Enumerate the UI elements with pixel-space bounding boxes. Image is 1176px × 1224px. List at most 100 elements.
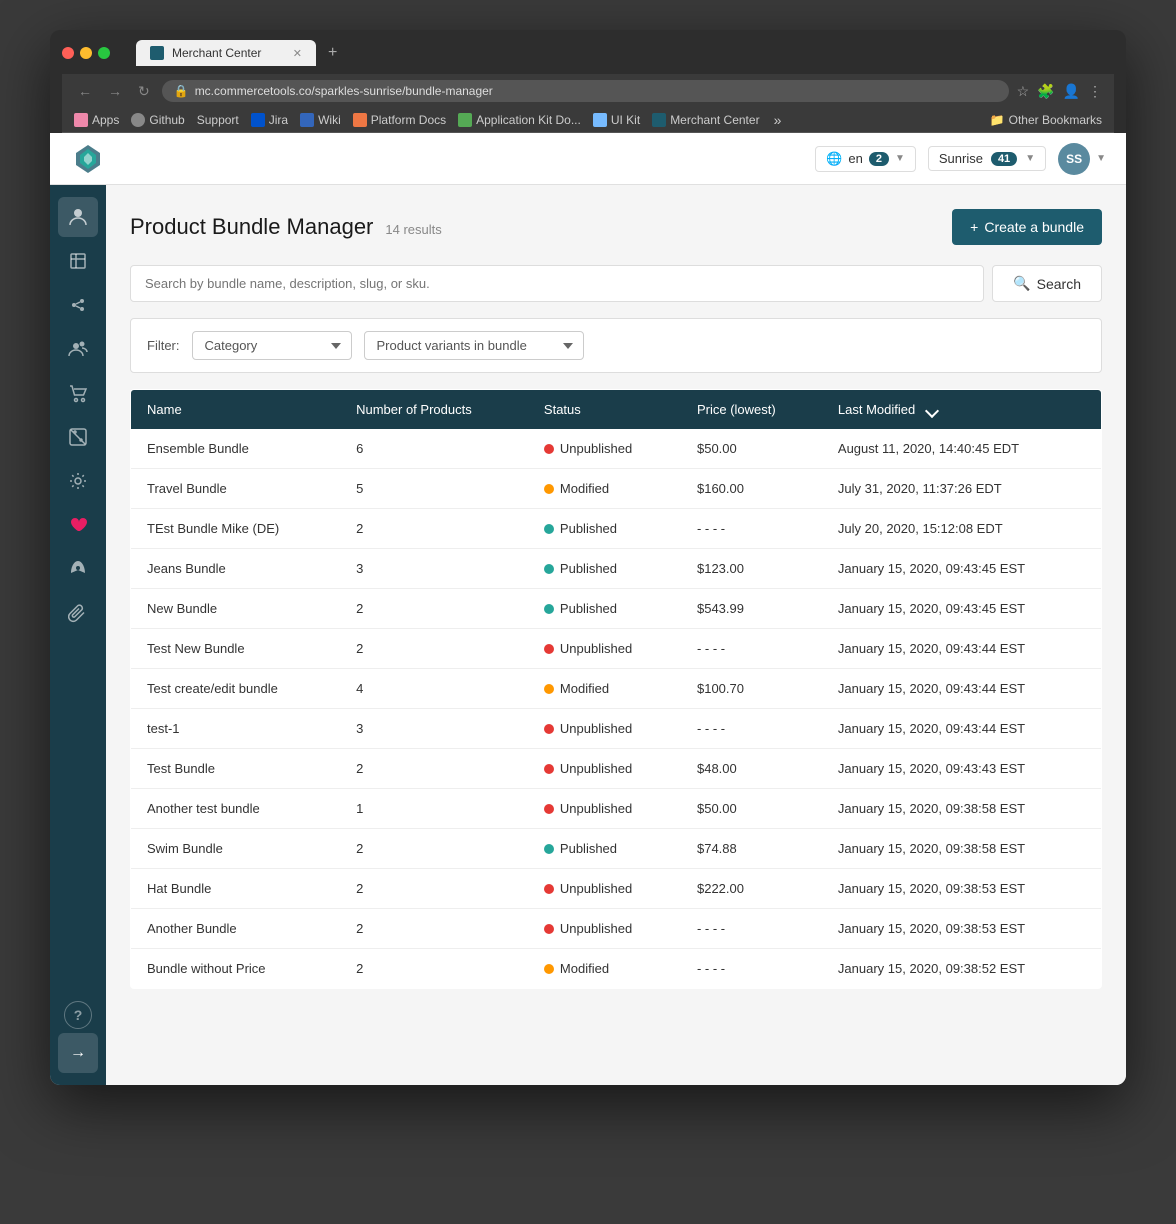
bookmark-apps[interactable]: Apps [74,113,119,127]
status-dot [544,804,554,814]
table-row[interactable]: Jeans Bundle 3 Published $123.00 January… [131,549,1102,589]
page-title-group: Product Bundle Manager 14 results [130,214,442,240]
table-row[interactable]: Ensemble Bundle 6 Unpublished $50.00 Aug… [131,429,1102,469]
filter-label: Filter: [147,338,180,353]
category-filter[interactable]: Category [192,331,352,360]
bookmark-support[interactable]: Support [197,113,239,127]
menu-icon[interactable]: ⋮ [1088,83,1102,100]
create-bundle-button[interactable]: + Create a bundle [952,209,1102,245]
bookmark-wiki[interactable]: Wiki [300,113,341,127]
table-row[interactable]: TEst Bundle Mike (DE) 2 Published - - - … [131,509,1102,549]
bookmark-github[interactable]: Github [131,113,184,127]
refresh-button[interactable]: ↻ [134,81,154,102]
extensions-icon[interactable]: 🧩 [1037,83,1054,100]
minimize-button[interactable] [80,47,92,59]
forward-button[interactable]: → [104,81,126,101]
cell-price: - - - - [681,949,822,989]
cell-name: New Bundle [131,589,341,629]
sidebar-item-favorites[interactable] [58,505,98,545]
table-row[interactable]: Hat Bundle 2 Unpublished $222.00 January… [131,869,1102,909]
cell-price: $222.00 [681,869,822,909]
table-row[interactable]: Test Bundle 2 Unpublished $48.00 January… [131,749,1102,789]
main-content: Product Bundle Manager 14 results + Crea… [106,185,1126,1085]
cell-name: Another Bundle [131,909,341,949]
sidebar-item-catalog[interactable] [58,285,98,325]
variants-filter[interactable]: Product variants in bundle [364,331,584,360]
lock-icon: 🔒 [174,84,189,98]
cell-price: - - - - [681,909,822,949]
user-menu[interactable]: SS ▼ [1058,143,1106,175]
status-dot [544,484,554,494]
bookmark-jira[interactable]: Jira [251,113,288,127]
bookmark-star[interactable]: ☆ [1017,83,1030,100]
sidebar-item-discounts[interactable] [58,417,98,457]
col-last-modified[interactable]: Last Modified [822,390,1102,430]
table-row[interactable]: Travel Bundle 5 Modified $160.00 July 31… [131,469,1102,509]
cell-price: $160.00 [681,469,822,509]
new-tab-button[interactable]: + [318,40,347,66]
language-selector[interactable]: 🌐 en 2 ▼ [815,146,916,172]
account-icon[interactable]: 👤 [1063,83,1080,100]
maximize-button[interactable] [98,47,110,59]
app-header: 🌐 en 2 ▼ Sunrise 41 ▼ SS ▼ [50,133,1126,185]
other-bookmarks[interactable]: 📁 Other Bookmarks [990,113,1102,127]
cell-price: - - - - [681,509,822,549]
table-row[interactable]: Test New Bundle 2 Unpublished - - - - Ja… [131,629,1102,669]
sidebar-item-user[interactable] [58,197,98,237]
sidebar-item-settings[interactable] [58,461,98,501]
cell-name: Bundle without Price [131,949,341,989]
tab-favicon [150,46,164,60]
cell-num-products: 2 [340,749,528,789]
table-row[interactable]: Another Bundle 2 Unpublished - - - - Jan… [131,909,1102,949]
bookmark-mc[interactable]: Merchant Center [652,113,759,127]
table-row[interactable]: Another test bundle 1 Unpublished $50.00… [131,789,1102,829]
table-row[interactable]: Test create/edit bundle 4 Modified $100.… [131,669,1102,709]
cell-last-modified: January 15, 2020, 09:38:53 EST [822,909,1102,949]
bookmark-platformdocs[interactable]: Platform Docs [353,113,446,127]
sidebar-item-orders[interactable] [58,373,98,413]
cell-num-products: 3 [340,709,528,749]
sidebar-item-launch[interactable] [58,549,98,589]
cell-last-modified: January 15, 2020, 09:38:53 EST [822,869,1102,909]
cell-num-products: 2 [340,629,528,669]
sidebar-item-attachments[interactable] [58,593,98,633]
lang-chevron: ▼ [895,153,905,164]
search-button[interactable]: 🔍 Search [992,265,1102,302]
table-row[interactable]: Bundle without Price 2 Modified - - - - … [131,949,1102,989]
bookmark-github-label: Github [149,113,184,127]
bookmarks-more-button[interactable]: » [774,112,782,128]
search-input[interactable] [130,265,984,302]
status-label: Published [560,841,617,856]
cell-price: $74.88 [681,829,822,869]
table-row[interactable]: test-1 3 Unpublished - - - - January 15,… [131,709,1102,749]
browser-tab-active[interactable]: Merchant Center ✕ [136,40,316,66]
status-label: Unpublished [560,801,632,816]
bookmark-appkit[interactable]: Application Kit Do... [458,113,581,127]
sidebar-item-help[interactable]: ? [64,1001,92,1029]
cell-num-products: 6 [340,429,528,469]
sidebar-item-customers[interactable] [58,329,98,369]
tab-close-icon[interactable]: ✕ [293,47,302,60]
sidebar-item-products[interactable] [58,241,98,281]
status-label: Unpublished [560,761,632,776]
bookmark-uikit-label: UI Kit [611,113,640,127]
project-selector[interactable]: Sunrise 41 ▼ [928,146,1046,171]
cell-num-products: 2 [340,589,528,629]
cell-price: $543.99 [681,589,822,629]
status-dot [544,724,554,734]
table-row[interactable]: New Bundle 2 Published $543.99 January 1… [131,589,1102,629]
bookmark-uikit[interactable]: UI Kit [593,113,640,127]
sidebar-item-expand[interactable]: → [58,1033,98,1073]
status-dot [544,564,554,574]
back-button[interactable]: ← [74,81,96,101]
cell-num-products: 2 [340,949,528,989]
bookmark-mc-label: Merchant Center [670,113,759,127]
status-label: Unpublished [560,641,632,656]
cell-last-modified: January 15, 2020, 09:38:52 EST [822,949,1102,989]
cell-status: Unpublished [528,869,681,909]
close-button[interactable] [62,47,74,59]
table-row[interactable]: Swim Bundle 2 Published $74.88 January 1… [131,829,1102,869]
bookmark-platformdocs-label: Platform Docs [371,113,446,127]
globe-icon: 🌐 [826,151,842,167]
address-bar[interactable]: 🔒 mc.commercetools.co/sparkles-sunrise/b… [162,80,1009,102]
